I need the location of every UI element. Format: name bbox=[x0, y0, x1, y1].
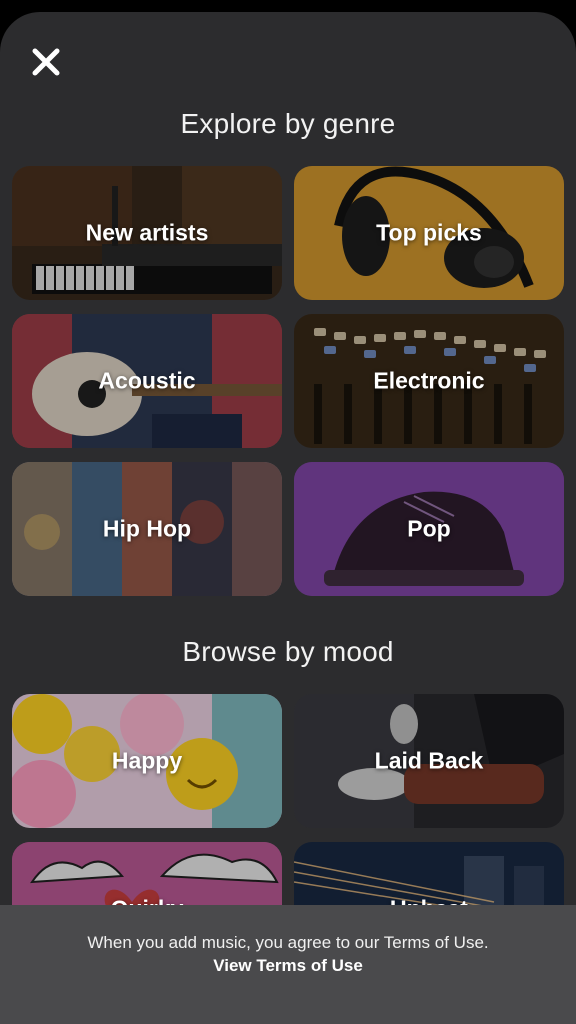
tile-label: Acoustic bbox=[98, 367, 196, 394]
tile-label: Top picks bbox=[376, 219, 482, 246]
mood-section-title: Browse by mood bbox=[182, 636, 394, 667]
tile-acoustic[interactable]: Acoustic bbox=[12, 314, 282, 448]
tile-happy[interactable]: Happy bbox=[12, 694, 282, 828]
genre-section-title: Explore by genre bbox=[180, 108, 396, 139]
terms-footer: When you add music, you agree to our Ter… bbox=[0, 905, 576, 1024]
genre-sheet: Explore by genre New artists Top picks A… bbox=[0, 12, 576, 1024]
terms-notice: When you add music, you agree to our Ter… bbox=[87, 933, 489, 952]
tile-pop[interactable]: Pop bbox=[294, 462, 564, 596]
tile-laid-back[interactable]: Laid Back bbox=[294, 694, 564, 828]
tile-top-picks[interactable]: Top picks bbox=[294, 166, 564, 300]
tile-hip-hop[interactable]: Hip Hop bbox=[12, 462, 282, 596]
tile-label: Hip Hop bbox=[102, 515, 192, 542]
tile-label: Laid Back bbox=[374, 747, 484, 774]
tile-label: Electronic bbox=[373, 367, 485, 394]
tile-new-artists[interactable]: New artists bbox=[12, 166, 282, 300]
tile-electronic[interactable]: Electronic bbox=[294, 314, 564, 448]
view-terms-link[interactable]: View Terms of Use bbox=[0, 956, 576, 976]
tile-label: New artists bbox=[85, 219, 209, 246]
close-icon[interactable] bbox=[28, 44, 64, 80]
tile-label: Happy bbox=[111, 747, 183, 774]
tile-label: Pop bbox=[407, 515, 451, 542]
